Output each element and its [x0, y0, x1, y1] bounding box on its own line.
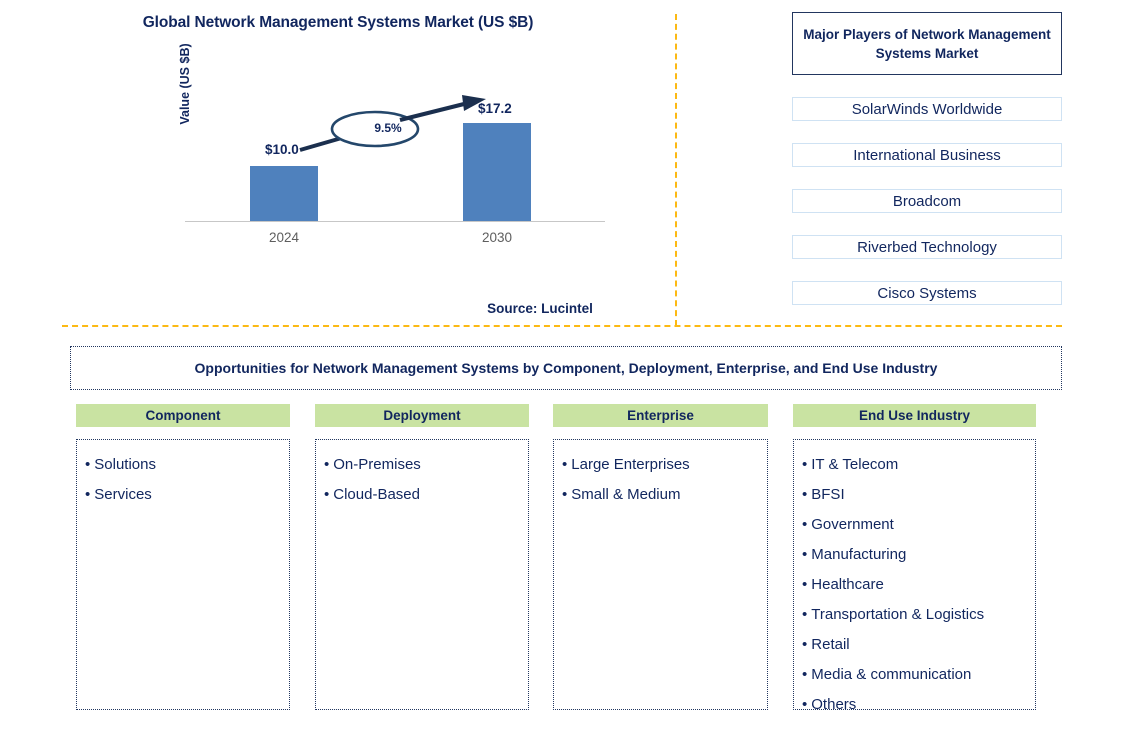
player-item[interactable]: International Business	[792, 143, 1062, 167]
bar-2024	[250, 166, 318, 221]
segment-item-label: Healthcare	[811, 576, 884, 593]
segment-item-label: Others	[811, 696, 857, 713]
segment-item-label: On-Premises	[333, 456, 421, 473]
bullet-icon: •	[802, 516, 808, 533]
segment-item-label: Solutions	[94, 456, 156, 473]
segment-item-label: Small & Medium	[571, 486, 681, 503]
player-item[interactable]: Broadcom	[792, 189, 1062, 213]
major-players-title: Major Players of Network Management Syst…	[792, 12, 1062, 75]
segment-list-item: • Cloud-Based	[324, 480, 520, 510]
segment-list-item: • Retail	[802, 630, 1027, 660]
chart-y-axis-label: Value (US $B)	[178, 43, 192, 125]
segment-list-item: • Government	[802, 510, 1027, 540]
vertical-divider	[675, 14, 677, 326]
segment-list-item: • Small & Medium	[562, 480, 759, 510]
opportunities-banner: Opportunities for Network Management Sys…	[70, 346, 1062, 390]
bullet-icon: •	[802, 696, 808, 713]
bullet-icon: •	[324, 456, 330, 473]
bullet-icon: •	[802, 486, 808, 503]
bullet-icon: •	[324, 486, 330, 503]
chart-x-axis-line	[185, 221, 605, 222]
player-item[interactable]: SolarWinds Worldwide	[792, 97, 1062, 121]
x-tick-label-2030: 2030	[481, 230, 513, 245]
segment-item-label: Retail	[811, 636, 850, 653]
bullet-icon: •	[562, 456, 568, 473]
bullet-icon: •	[85, 456, 91, 473]
segment-body: • On-Premises • Cloud-Based	[315, 439, 529, 710]
segment-item-label: IT & Telecom	[811, 456, 899, 473]
segment-list-item: • Healthcare	[802, 570, 1027, 600]
segment-list-item: • Large Enterprises	[562, 450, 759, 480]
segment-column-enterprise: Enterprise • Large Enterprises • Small & M…	[553, 404, 768, 710]
segment-column-component: Component • Solutions • Services	[76, 404, 290, 710]
bullet-icon: •	[802, 636, 808, 653]
segment-item-label: Government	[811, 516, 894, 533]
segment-column-end-use-industry: End Use Industry • IT & Telecom • BFSI • Go…	[793, 404, 1036, 713]
segment-item-label: Services	[94, 486, 152, 503]
x-tick-label-2024: 2024	[268, 230, 300, 245]
segment-header: Enterprise	[553, 404, 768, 427]
bullet-icon: •	[85, 486, 91, 503]
segment-item-label: Cloud-Based	[333, 486, 420, 503]
segment-list-item: • Solutions	[85, 450, 281, 480]
chart-title: Global Network Management Systems Market…	[142, 14, 534, 31]
horizontal-divider	[62, 325, 1062, 327]
source-label: Source: Lucintel	[487, 301, 593, 316]
segment-list-item: • Transportation & Logistics	[802, 600, 1027, 630]
segment-list-item: • BFSI	[802, 480, 1027, 510]
segment-list-item: • On-Premises	[324, 450, 520, 480]
player-item[interactable]: Cisco Systems	[792, 281, 1062, 305]
player-item[interactable]: Riverbed Technology	[792, 235, 1062, 259]
segment-item-label: BFSI	[811, 486, 845, 503]
bullet-icon: •	[802, 606, 808, 623]
bullet-icon: •	[802, 456, 808, 473]
bullet-icon: •	[562, 486, 568, 503]
segment-header: Deployment	[315, 404, 529, 427]
bullet-icon: •	[802, 666, 808, 683]
segment-list-item: • Media & communication	[802, 660, 1027, 690]
market-chart-panel: Global Network Management Systems Market…	[0, 0, 676, 326]
segment-body: • IT & Telecom • BFSI • Government • Manufac…	[793, 439, 1036, 713]
bullet-icon: •	[802, 576, 808, 593]
segment-column-deployment: Deployment • On-Premises • Cloud-Based	[315, 404, 529, 710]
segment-list-item: • Services	[85, 480, 281, 510]
segment-item-label: Transportation & Logistics	[811, 606, 985, 623]
bullet-icon: •	[802, 546, 808, 563]
segment-item-label: Media & communication	[811, 666, 972, 683]
segment-body: • Large Enterprises • Small & Medium	[553, 439, 768, 710]
segment-list-item: • IT & Telecom	[802, 450, 1027, 480]
segment-body: • Solutions • Services	[76, 439, 290, 710]
segment-header: End Use Industry	[793, 404, 1036, 427]
segment-item-label: Manufacturing	[811, 546, 907, 563]
segment-item-label: Large Enterprises	[571, 456, 690, 473]
major-players-panel: Major Players of Network Management Syst…	[792, 12, 1062, 305]
segment-list-item: • Manufacturing	[802, 540, 1027, 570]
segment-columns: Component • Solutions • Services Deploymen…	[76, 404, 1051, 714]
cagr-value-label: 9.5%	[374, 121, 402, 135]
segment-list-item: • Others	[802, 690, 1027, 720]
segment-header: Component	[76, 404, 290, 427]
